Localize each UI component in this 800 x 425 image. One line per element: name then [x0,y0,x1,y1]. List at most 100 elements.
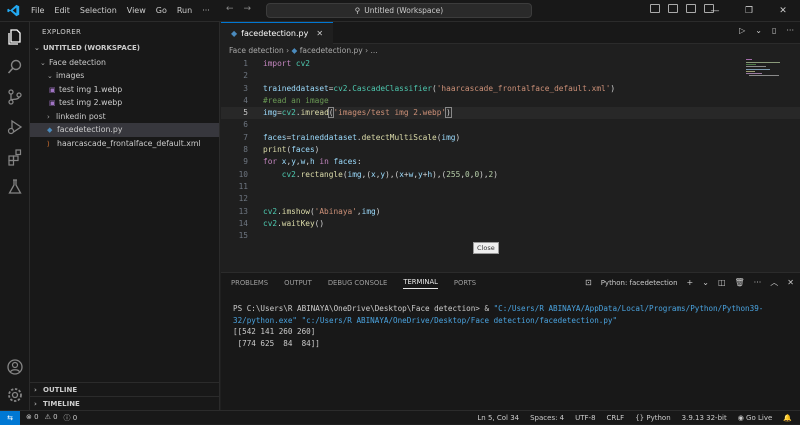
testing-flask-icon[interactable] [6,178,24,196]
menu-file[interactable]: File [26,6,49,15]
tab-terminal[interactable]: TERMINAL [403,278,438,289]
minimap[interactable] [746,58,786,78]
terminal-name[interactable]: Python: facedetection [601,279,678,287]
close-tab-icon[interactable]: ✕ [316,29,323,38]
tree-item-images[interactable]: ⌄ images [30,69,219,83]
minimize-button[interactable]: — [698,0,732,22]
status-bar: ⇆ ⊗ 0 ⚠ 0 ⓘ 0 Ln 5, Col 34 Spaces: 4 UTF… [0,410,800,425]
menu-more[interactable]: ··· [197,6,215,15]
maximize-button[interactable]: ❐ [732,0,766,22]
errors-indicator[interactable]: ⊗ 0 [26,413,39,423]
forward-arrow-icon[interactable]: → [244,4,252,14]
tree-item-face-detection[interactable]: ⌄ Face detection [30,56,219,70]
command-center[interactable]: ⚲ Untitled (Workspace) [266,3,532,18]
explorer-icon[interactable] [6,28,24,46]
tab-output[interactable]: OUTPUT [284,279,312,287]
breadcrumb-folder[interactable]: Face detection [229,46,284,55]
toggle-secondary-sidebar-icon[interactable] [686,4,696,13]
source-control-icon[interactable] [6,88,24,106]
notifications-bell-icon[interactable]: 🔔 [783,414,792,422]
line-number: 7 [243,132,248,142]
menu-edit[interactable]: Edit [49,6,75,15]
split-terminal-icon[interactable]: ◫ [718,278,726,287]
tree-item-haarcascade-xml[interactable]: ⟩ haarcascade_frontalface_default.xml [30,137,219,151]
kill-terminal-trash-icon[interactable]: 🗑 [735,278,745,287]
editor-tabs: ◆ facedetection.py ✕ ▷ ⌄ ▯ ··· [221,22,800,44]
split-editor-icon[interactable]: ▯ [772,26,776,35]
close-tooltip: Close [473,242,499,254]
terminal-dropdown-icon[interactable]: ⌄ [702,278,709,287]
timeline-section[interactable]: › TIMELINE [30,396,220,410]
toggle-primary-sidebar-icon[interactable] [650,4,660,13]
extensions-icon[interactable] [6,148,24,166]
python-interpreter[interactable]: 3.9.13 32-bit [682,414,727,422]
new-terminal-plus-icon[interactable]: + [687,278,694,287]
menu-run[interactable]: Run [172,6,197,15]
tree-item-test-img-1[interactable]: ▣ test img 1.webp [30,83,219,97]
tab-ports[interactable]: PORTS [454,279,476,287]
terminal-output[interactable]: PS C:\Users\R ABINAYA\OneDrive\Desktop\F… [233,303,793,349]
vscode-logo-icon [0,0,26,22]
line-ending[interactable]: CRLF [607,414,625,422]
terminal-prompt: PS C:\Users\R ABINAYA\OneDrive\Desktop\F… [233,304,494,313]
activity-bar [0,22,30,410]
close-window-button[interactable]: ✕ [766,0,800,22]
tab-facedetection-py[interactable]: ◆ facedetection.py ✕ [221,22,334,44]
terminal-shell-icon: ⊡ [585,278,592,287]
tab-problems[interactable]: PROBLEMS [231,279,268,287]
run-options-chevron-icon[interactable]: ⌄ [755,26,762,35]
line-number: 9 [243,157,248,167]
go-live-button[interactable]: ◉ Go Live [738,414,773,422]
accounts-icon[interactable] [6,358,24,376]
chevron-down-icon: ⌄ [47,72,53,80]
info-indicator[interactable]: ⓘ 0 [64,413,78,423]
broadcast-icon: ◉ [737,413,744,422]
back-arrow-icon[interactable]: ← [226,4,234,14]
tree-item-linkedin-post[interactable]: › linkedin post [30,110,219,124]
menu-view[interactable]: View [122,6,151,15]
workspace-header[interactable]: ⌄ UNTITLED (WORKSPACE) [30,42,219,56]
editor-area: ◆ facedetection.py ✕ ▷ ⌄ ▯ ··· Face dete… [221,22,800,272]
panel-more-icon[interactable]: ··· [754,278,762,287]
code-editor[interactable]: 1 import cv2 2 3 traineddataset=cv2.Cascad… [221,58,800,242]
breadcrumb-file[interactable]: facedetection.py [300,46,363,55]
line-number: 3 [243,83,248,93]
code-line: print(faces) [263,145,320,155]
warnings-indicator[interactable]: ⚠ 0 [45,413,58,423]
more-actions-icon[interactable]: ··· [786,26,794,35]
remote-indicator-icon[interactable]: ⇆ [0,410,20,425]
line-number: 14 [238,218,248,228]
explorer-title: EXPLORER [42,28,82,36]
tab-debug-console[interactable]: DEBUG CONSOLE [328,279,388,287]
breadcrumb-more[interactable]: ... [370,46,377,55]
line-number: 1 [243,59,248,68]
line-number: 12 [238,194,248,204]
line-number: 4 [243,95,248,105]
code-line: #read an image [263,95,329,105]
tree-item-test-img-2[interactable]: ▣ test img 2.webp [30,96,219,110]
settings-gear-icon[interactable] [6,386,24,404]
terminal-script-path: "c:/Users/R ABINAYA/OneDrive/Desktop/Fac… [301,315,618,325]
cursor-position[interactable]: Ln 5, Col 34 [477,414,519,422]
menu-go[interactable]: Go [151,6,172,15]
chevron-right-icon: › [47,112,50,121]
close-panel-icon[interactable]: ✕ [787,278,794,287]
menu-selection[interactable]: Selection [75,6,122,15]
maximize-panel-icon[interactable]: ︿ [770,277,778,288]
toggle-panel-icon[interactable] [668,4,678,13]
python-file-icon: ◆ [291,46,298,55]
code-line: traineddataset=cv2.CascadeClassifier('ha… [263,83,616,93]
search-view-icon[interactable] [6,58,24,76]
outline-section[interactable]: › OUTLINE [30,382,220,396]
indentation[interactable]: Spaces: 4 [530,414,564,422]
tree-item-facedetection-py[interactable]: ◆ facedetection.py [30,123,219,137]
encoding[interactable]: UTF-8 [575,414,595,422]
file-tree: ⌄ UNTITLED (WORKSPACE) ⌄ Face detection ⌄ i… [30,42,219,150]
run-debug-icon[interactable] [6,118,24,136]
language-mode[interactable]: {} Python [635,414,670,422]
run-python-file-icon[interactable]: ▷ [739,26,745,35]
